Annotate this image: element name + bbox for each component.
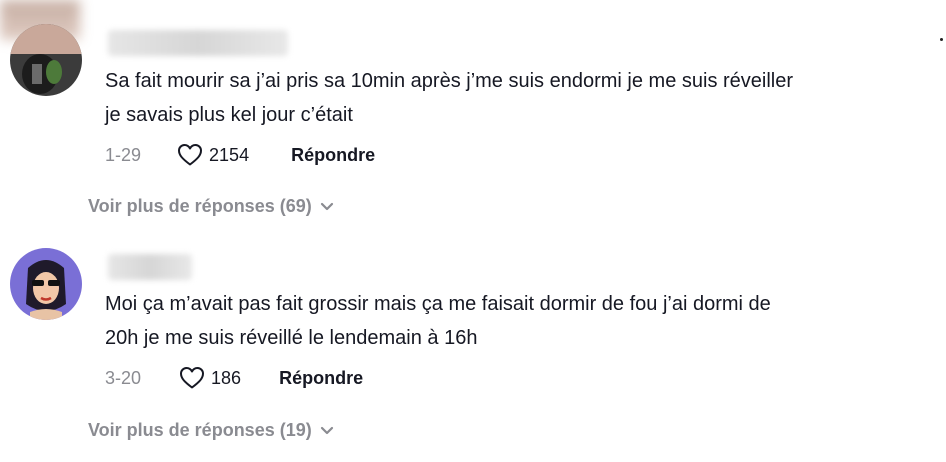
comment-meta: 3-20 186 Répondre xyxy=(105,363,363,393)
comment-meta: 1-29 2154 Répondre xyxy=(105,140,375,170)
view-more-replies-label: Voir plus de réponses (69) xyxy=(88,196,312,216)
chevron-down-icon xyxy=(320,420,334,441)
view-more-replies[interactable]: Voir plus de réponses (69) xyxy=(88,196,334,217)
comment-text: Sa fait mourir sa j’ai pris sa 10min apr… xyxy=(105,64,925,132)
comment-text-line: 20h je me suis réveillé le lendemain à 1… xyxy=(105,327,478,349)
avatar[interactable] xyxy=(10,248,82,320)
heart-outline-icon xyxy=(178,144,203,166)
reply-button[interactable]: Répondre xyxy=(279,368,363,389)
comment-text-line: je savais plus kel jour c’était xyxy=(105,104,353,126)
chevron-down-icon xyxy=(320,196,334,217)
username-blurred[interactable] xyxy=(108,30,288,56)
comment-date: 1-29 xyxy=(105,144,142,165)
comment-text-line: Moi ça m’avait pas fait grossir mais ça … xyxy=(105,293,771,315)
comment-text: Moi ça m’avait pas fait grossir mais ça … xyxy=(105,287,925,355)
view-more-replies-label: Voir plus de réponses (19) xyxy=(88,420,312,440)
like-count: 186 xyxy=(211,367,242,388)
username-blurred[interactable] xyxy=(108,254,192,280)
like-button[interactable]: 186 xyxy=(179,366,241,390)
comment-text-line: Sa fait mourir sa j’ai pris sa 10min apr… xyxy=(105,70,794,92)
like-count: 2154 xyxy=(209,144,250,165)
avatar[interactable] xyxy=(10,24,82,96)
view-more-replies[interactable]: Voir plus de réponses (19) xyxy=(88,420,334,441)
comment-date: 3-20 xyxy=(105,367,142,388)
like-button[interactable]: 2154 xyxy=(177,143,249,167)
reply-button[interactable]: Répondre xyxy=(291,145,375,166)
heart-outline-icon xyxy=(180,367,205,389)
edge-dot xyxy=(940,38,943,41)
